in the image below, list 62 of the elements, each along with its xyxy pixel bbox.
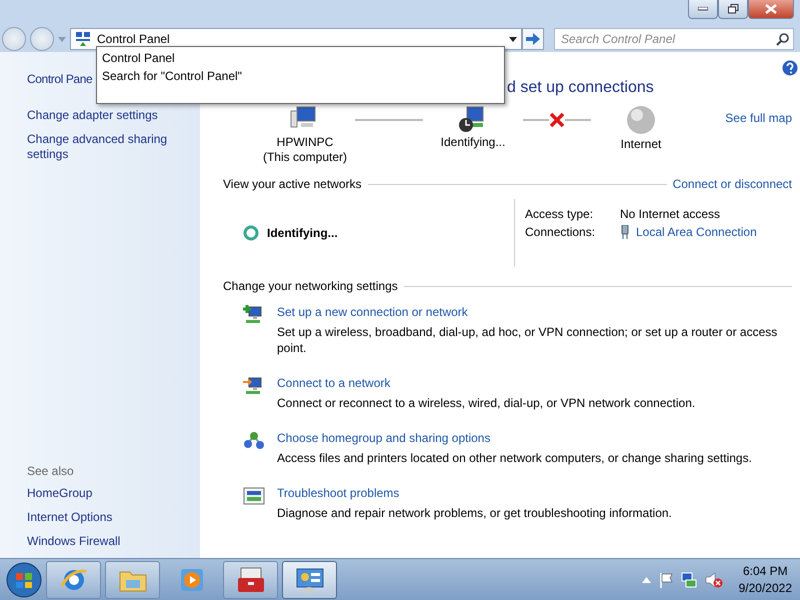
restore-icon [728, 4, 738, 14]
node-label: Identifying... [440, 135, 506, 150]
search-icon [776, 32, 789, 46]
control-panel-icon [75, 31, 91, 47]
taskbar-button[interactable] [46, 560, 101, 598]
node-label: Internet [620, 137, 662, 152]
see-also-heading: See also [27, 464, 75, 478]
task-description: Diagnose and repair network problems, or get troubleshooting information. [277, 505, 673, 521]
clock-date: 9/20/2022 [738, 580, 792, 596]
dropdown-arrow-icon[interactable] [509, 36, 517, 42]
clock[interactable]: 6:04 PM 9/20/2022 [730, 562, 792, 596]
control-panel-icon [294, 566, 324, 594]
toolbox-icon [236, 566, 266, 594]
task-description: Access files and printers located on other network computers, or change sharing settings. [277, 450, 753, 466]
task-link[interactable]: Set up a new connection or network [277, 305, 787, 319]
see-also-link[interactable]: Windows Firewall [27, 534, 177, 549]
homegroup-icon [243, 431, 265, 451]
task-link[interactable]: Troubleshoot problems [277, 486, 787, 500]
node-sublabel: (This computer) [262, 150, 348, 165]
close-button[interactable] [748, 0, 794, 19]
taskbar-button[interactable] [282, 560, 337, 598]
minimize-icon [698, 7, 708, 11]
section-heading: View your active networks [223, 177, 362, 191]
property-value: No Internet access [620, 207, 720, 221]
task-description: Set up a wireless, broadband, dial-up, ad hoc, or VPN connection; or set up a router or access point. [277, 324, 778, 356]
arrow-icon [526, 33, 540, 45]
network-cable-icon [620, 225, 630, 239]
restore-button[interactable] [718, 0, 748, 19]
property-label: Connections: [525, 225, 596, 239]
node-label: HPWINPC [276, 135, 334, 150]
taskbar-button[interactable] [223, 560, 278, 598]
task-description: Connect or reconnect to a wireless, wired, dial-up, or VPN network connection. [277, 395, 696, 411]
page-heading: d set up connections [507, 79, 654, 98]
see-also-link[interactable]: HomeGroup [27, 486, 177, 501]
go-button[interactable] [522, 28, 544, 50]
task-link[interactable]: Choose homegroup and sharing options [277, 431, 787, 445]
minimize-button[interactable] [688, 0, 718, 19]
see-full-map-link[interactable]: See full map [725, 105, 792, 125]
suggestion-item[interactable]: Control Panel [102, 49, 499, 67]
connect-disconnect-link[interactable]: Connect or disconnect [672, 177, 792, 191]
task-link[interactable]: Connect to a network [277, 376, 787, 390]
sidebar-link[interactable]: Change advanced sharing settings [27, 132, 177, 162]
search-box[interactable]: Search Control Panel [554, 28, 794, 50]
sidebar-link[interactable]: Change adapter settings [27, 108, 177, 123]
clock-time: 6:04 PM [742, 562, 789, 580]
network-name: Identifying... [267, 226, 338, 240]
see-also-link[interactable]: Internet Options [27, 510, 177, 525]
connection-link[interactable]: Local Area Connection [636, 225, 757, 239]
search-field[interactable]: Search Control Panel [559, 31, 776, 47]
network-icon[interactable] [680, 572, 697, 588]
troubleshoot-icon [243, 486, 265, 506]
muted-speaker-icon[interactable] [704, 572, 723, 588]
close-icon [765, 4, 777, 14]
globe-icon [625, 105, 657, 135]
suggestion-item[interactable]: Search for "Control Panel" [102, 67, 499, 85]
start-button[interactable] [6, 562, 42, 598]
loading-icon [243, 225, 259, 241]
flag-icon[interactable] [658, 572, 673, 588]
media-player-icon [178, 566, 204, 592]
help-icon[interactable] [782, 60, 798, 76]
section-heading: Change your networking settings [223, 279, 398, 293]
property-label: Access type: [525, 207, 594, 221]
